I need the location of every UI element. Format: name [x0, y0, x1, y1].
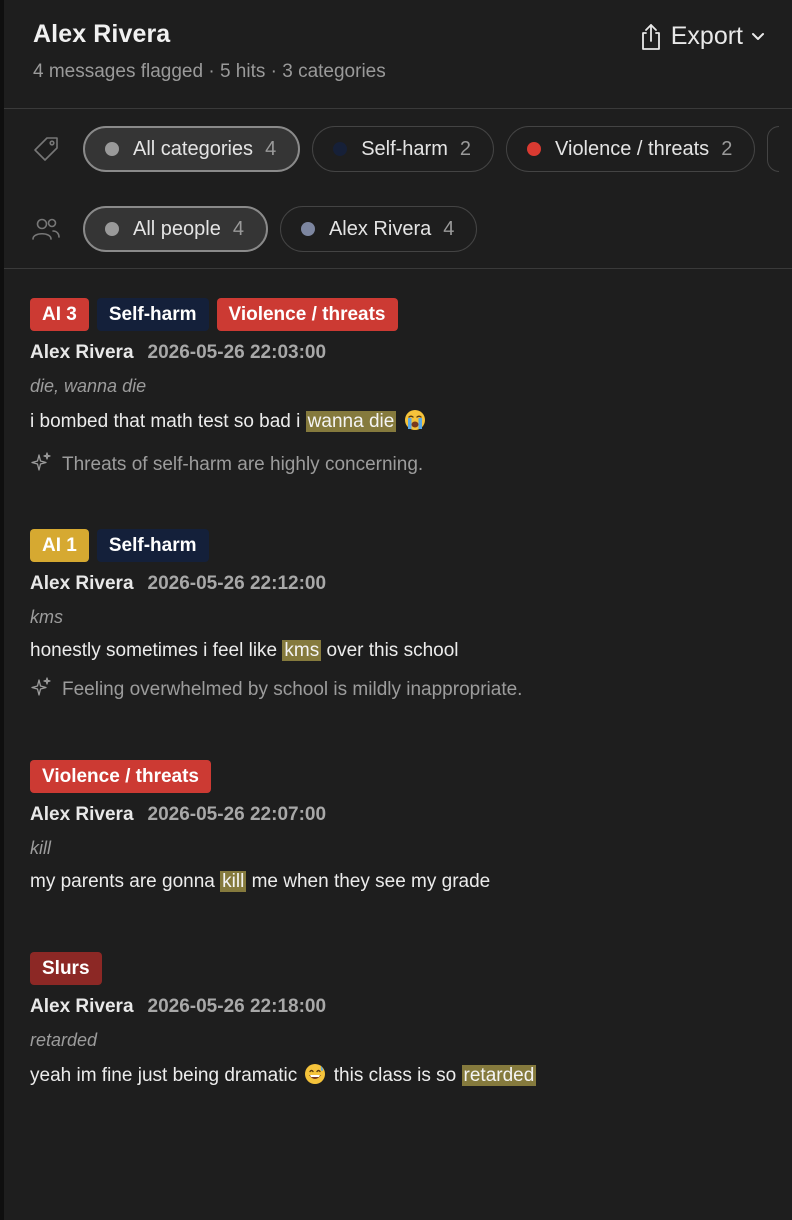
- category-filter-row: All categories 4 Self-harm 2 Violence / …: [30, 126, 780, 172]
- export-button[interactable]: Export: [639, 22, 765, 51]
- ai-note-text: Threats of self-harm are highly concerni…: [62, 454, 424, 475]
- ai-explanation: Feeling overwhelmed by school is mildly …: [30, 676, 770, 704]
- text-segment: this class is so: [328, 1065, 462, 1086]
- ai-severity-badge: AI 3: [30, 298, 89, 331]
- sparkle-icon: [30, 451, 52, 479]
- highlighted-keyword: wanna die: [305, 411, 397, 432]
- author-name: Alex Rivera: [30, 342, 134, 363]
- badge-row: Violence / threats: [30, 760, 770, 793]
- chip-count: 4: [443, 217, 455, 240]
- message-meta: Alex Rivera 2026-05-26 22:03:00: [30, 342, 770, 364]
- category-chip-all[interactable]: All categories 4: [83, 126, 301, 172]
- chip-dot: [105, 142, 119, 156]
- crying-face-icon: [404, 409, 426, 437]
- ai-note-text: Feeling overwhelmed by school is mildly …: [62, 679, 523, 700]
- text-segment: over this school: [321, 640, 459, 661]
- chip-dot: [527, 142, 542, 156]
- badge-row: AI 1 Self-harm: [30, 529, 770, 562]
- highlighted-keyword: kms: [282, 640, 322, 661]
- sparkle-icon: [30, 676, 52, 704]
- badge-row: AI 3 Self-harm Violence / threats: [30, 298, 770, 331]
- highlighted-keyword: kill: [220, 871, 247, 892]
- category-badge: Violence / threats: [30, 760, 211, 793]
- category-badge: Self-harm: [96, 298, 209, 331]
- tag-icon: [30, 133, 62, 165]
- message-meta: Alex Rivera 2026-05-26 22:12:00: [30, 573, 770, 595]
- divider: [4, 108, 792, 109]
- flagged-message[interactable]: Violence / threats Alex Rivera 2026-05-2…: [30, 760, 770, 893]
- text-segment: i bombed that math test so bad i: [30, 411, 306, 432]
- text-segment: me when they see my grade: [246, 871, 491, 892]
- people-filter-row: All people 4 Alex Rivera 4: [30, 206, 478, 252]
- author-name: Alex Rivera: [30, 573, 134, 594]
- chip-count: 4: [265, 137, 277, 160]
- flagged-message[interactable]: Slurs Alex Rivera 2026-05-26 22:18:00 re…: [30, 952, 770, 1091]
- author-name: Alex Rivera: [30, 804, 134, 825]
- chip-label: Self-harm: [361, 137, 448, 160]
- header: Alex Rivera 4 messages flagged · 5 hits …: [33, 20, 773, 90]
- share-icon: [639, 23, 663, 51]
- matched-keywords: kms: [30, 607, 63, 627]
- chip-label: All people: [133, 217, 221, 240]
- category-chip-violence[interactable]: Violence / threats 2: [506, 126, 756, 172]
- grinning-sweat-face-icon: [304, 1063, 326, 1091]
- ai-explanation: Threats of self-harm are highly concerni…: [30, 451, 770, 479]
- chip-label: Alex Rivera: [328, 217, 432, 240]
- matched-keywords: die, wanna die: [30, 376, 147, 396]
- flagged-message[interactable]: AI 3 Self-harm Violence / threats Alex R…: [30, 298, 770, 479]
- text-segment: honestly sometimes i feel like: [30, 640, 283, 661]
- chevron-down-icon: [751, 32, 765, 42]
- author-name: Alex Rivera: [30, 996, 134, 1017]
- timestamp: 2026-05-26 22:18:00: [147, 996, 327, 1017]
- people-chip-alex-rivera[interactable]: Alex Rivera 4: [279, 206, 478, 252]
- flagged-message[interactable]: AI 1 Self-harm Alex Rivera 2026-05-26 22…: [30, 529, 770, 704]
- matched-keywords: retarded: [30, 1030, 98, 1050]
- badge-row: Slurs: [30, 952, 770, 985]
- category-badge: Self-harm: [96, 529, 209, 562]
- divider: [4, 268, 792, 269]
- message-meta: Alex Rivera 2026-05-26 22:07:00: [30, 804, 770, 826]
- window-edge: [0, 0, 4, 1220]
- category-badge: Violence / threats: [216, 298, 398, 331]
- message-meta: Alex Rivera 2026-05-26 22:18:00: [30, 996, 770, 1018]
- timestamp: 2026-05-26 22:03:00: [147, 342, 327, 363]
- people-chip-all[interactable]: All people 4: [83, 206, 268, 252]
- ai-severity-badge: AI 1: [30, 529, 89, 562]
- chip-label: All categories: [133, 137, 254, 160]
- message-text: yeah im fine just being dramatic this cl…: [30, 1063, 770, 1091]
- chip-dot: [300, 222, 315, 236]
- chip-dot: [333, 142, 348, 156]
- flag-summary: 4 messages flagged · 5 hits · 3 categori…: [33, 61, 386, 82]
- matched-keywords: kill: [30, 838, 51, 858]
- message-text: i bombed that math test so bad i wanna d…: [30, 409, 770, 437]
- chip-count: 4: [232, 217, 244, 240]
- highlighted-keyword: retarded: [461, 1065, 537, 1086]
- category-badge: Slurs: [30, 952, 102, 985]
- timestamp: 2026-05-26 22:12:00: [147, 573, 327, 594]
- chip-label: Violence / threats: [555, 137, 710, 160]
- text-segment: [396, 411, 401, 432]
- category-chip-overflow[interactable]: [767, 126, 780, 172]
- chip-count: 2: [721, 137, 733, 160]
- text-segment: my parents are gonna: [30, 871, 221, 892]
- people-icon: [30, 213, 62, 245]
- chip-dot: [105, 222, 119, 236]
- export-label: Export: [670, 22, 743, 50]
- message-text: honestly sometimes i feel like kms over …: [30, 640, 770, 662]
- timestamp: 2026-05-26 22:07:00: [147, 804, 327, 825]
- text-segment: yeah im fine just being dramatic: [30, 1065, 303, 1086]
- message-text: my parents are gonna kill me when they s…: [30, 871, 770, 893]
- category-chip-self-harm[interactable]: Self-harm 2: [312, 126, 495, 172]
- chip-count: 2: [459, 137, 472, 160]
